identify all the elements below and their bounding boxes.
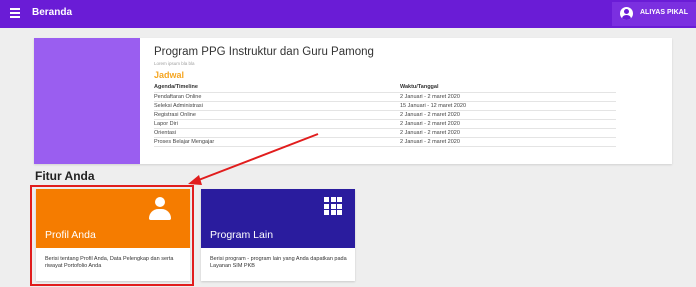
- agenda-cell: Proses Belajar Mengajar: [154, 137, 400, 147]
- program-subtitle: Lorem ipsum bla bla: [154, 61, 195, 66]
- table-row: Orientasi 2 Januari - 2 maret 2020: [154, 128, 616, 138]
- card-description: Berisi program - program lain yang Anda …: [210, 256, 347, 269]
- hamburger-menu-icon[interactable]: [10, 8, 20, 20]
- column-header-waktu: Waktu/Tanggal: [400, 83, 616, 93]
- agenda-cell: Orientasi: [154, 128, 400, 138]
- date-cell: 2 Januari - 2 maret 2020: [400, 128, 616, 138]
- agenda-cell: Lapor Diri: [154, 119, 400, 129]
- schedule-table: Agenda/Timeline Waktu/Tanggal Pendaftara…: [154, 83, 616, 147]
- jadwal-heading: Jadwal: [154, 70, 185, 80]
- agenda-cell: Registrasi Online: [154, 110, 400, 120]
- agenda-cell: Pendaftaran Online: [154, 92, 400, 102]
- date-cell: 2 Januari - 2 maret 2020: [400, 137, 616, 147]
- agenda-cell: Seleksi Administrasi: [154, 101, 400, 111]
- column-header-agenda: Agenda/Timeline: [154, 83, 400, 93]
- avatar-icon: [620, 7, 633, 20]
- date-cell: 2 Januari - 2 maret 2020: [400, 110, 616, 120]
- date-cell: 15 Januari - 12 maret 2020: [400, 101, 616, 111]
- page-title: Beranda: [32, 7, 73, 18]
- table-header-row: Agenda/Timeline Waktu/Tanggal: [154, 83, 616, 93]
- top-app-bar: Beranda ALIYAS PIKAL: [0, 0, 696, 28]
- program-card: Program PPG Instruktur dan Guru Pamong L…: [34, 38, 672, 164]
- program-title: Program PPG Instruktur dan Guru Pamong: [154, 46, 374, 58]
- date-cell: 2 Januari - 2 maret 2020: [400, 92, 616, 102]
- table-row: Lapor Diri 2 Januari - 2 maret 2020: [154, 119, 616, 129]
- section-title-fitur: Fitur Anda: [35, 169, 95, 183]
- table-row: Registrasi Online 2 Januari - 2 maret 20…: [154, 110, 616, 120]
- program-lain-card[interactable]: Program Lain Berisi program - program la…: [201, 189, 355, 281]
- card-title: Program Lain: [210, 229, 274, 241]
- table-row: Seleksi Administrasi 15 Januari - 12 mar…: [154, 101, 616, 111]
- highlight-box: [30, 185, 194, 286]
- card-header: Program Lain: [201, 189, 355, 248]
- table-row: Pendaftaran Online 2 Januari - 2 maret 2…: [154, 92, 616, 102]
- user-name: ALIYAS PIKAL: [640, 9, 688, 16]
- grid-icon: [324, 197, 342, 215]
- user-menu[interactable]: ALIYAS PIKAL: [612, 2, 696, 26]
- program-image: [34, 38, 140, 164]
- table-row: Proses Belajar Mengajar 2 Januari - 2 ma…: [154, 137, 616, 147]
- date-cell: 2 Januari - 2 maret 2020: [400, 119, 616, 129]
